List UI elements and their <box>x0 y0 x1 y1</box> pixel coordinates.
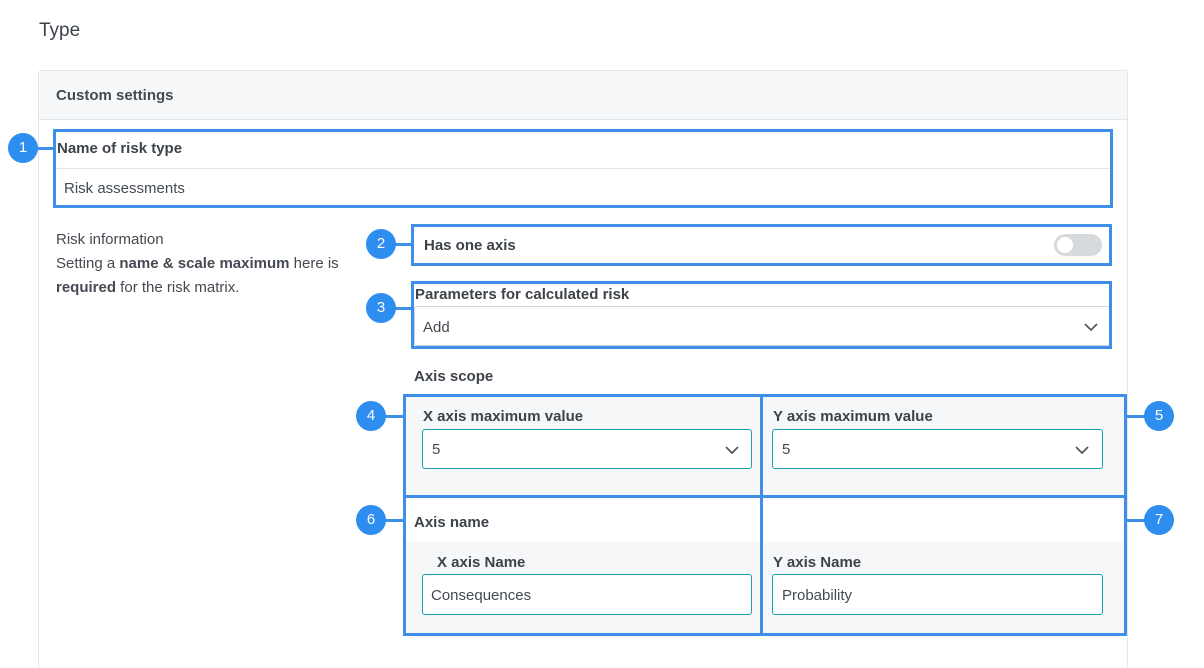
axis-grid-highlight <box>403 394 1127 636</box>
one-axis-highlight <box>411 224 1112 266</box>
callout-badge-7: 7 <box>1144 505 1174 535</box>
axis-scope-heading: Axis scope <box>414 368 494 385</box>
info-emphasis: name & scale maximum <box>119 255 290 272</box>
callout-badge-3: 3 <box>366 293 396 323</box>
callout-line <box>1126 415 1146 418</box>
panel-title: Custom settings <box>56 87 174 104</box>
callout-badge-4: 4 <box>356 401 386 431</box>
risk-info-title: Risk information <box>56 231 164 248</box>
grid-divider-horizontal <box>403 495 1127 498</box>
page-title: Type <box>39 20 81 41</box>
callout-badge-1: 1 <box>8 133 38 163</box>
callout-line <box>36 147 56 150</box>
risk-type-highlight <box>53 129 1113 208</box>
info-text: for the risk matrix. <box>116 279 240 296</box>
callout-badge-5: 5 <box>1144 401 1174 431</box>
info-text: Setting a <box>56 255 120 272</box>
callout-line <box>384 415 404 418</box>
grid-divider-vertical <box>760 394 763 636</box>
panel-header <box>39 71 1127 120</box>
callout-line <box>1126 519 1146 522</box>
callout-badge-2: 2 <box>366 229 396 259</box>
callout-badge-6: 6 <box>356 505 386 535</box>
info-emphasis: required <box>56 279 117 296</box>
info-text: here is <box>289 255 339 272</box>
callout-line <box>384 519 404 522</box>
risk-info-description: Setting a name & scale maximum here is r… <box>56 252 366 300</box>
parameters-highlight <box>411 281 1112 349</box>
